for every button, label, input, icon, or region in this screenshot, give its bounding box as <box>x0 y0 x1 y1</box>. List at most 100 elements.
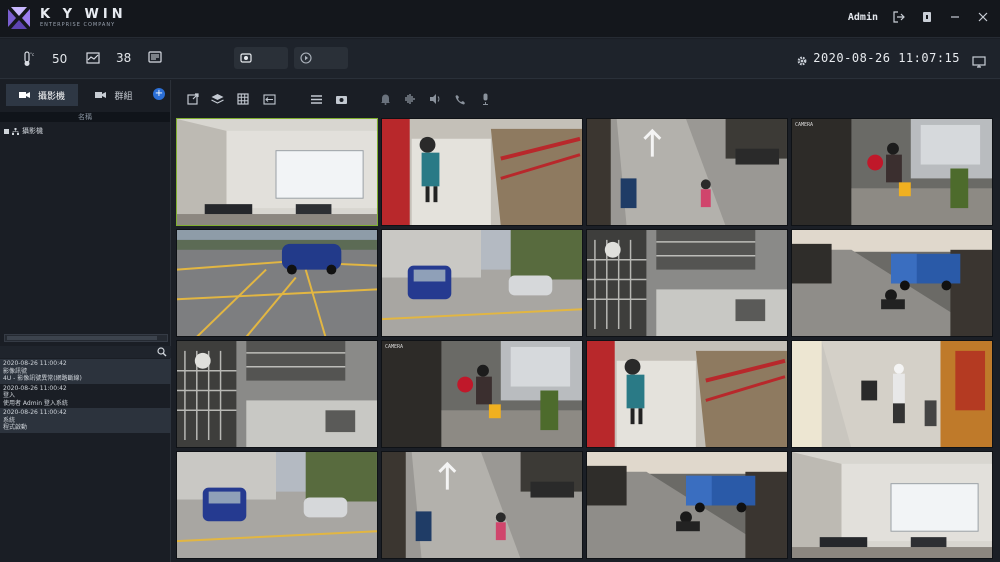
log-line: 系統 <box>3 416 16 424</box>
camera-overlay-label: CAMERA <box>795 122 814 128</box>
record-toggle[interactable] <box>234 47 288 69</box>
sequence-icon[interactable] <box>262 92 276 106</box>
log-line: 使用者 Admin 登入系統 <box>3 399 68 407</box>
playback-toggle[interactable] <box>294 47 348 69</box>
mic-icon[interactable] <box>478 92 492 106</box>
tab-groups[interactable]: 群組 <box>78 84 150 106</box>
camera-tile[interactable] <box>381 229 583 337</box>
main-toolbar: °c 50 38 2020-08-26 11:07:15 <box>0 39 1000 79</box>
camera-tile[interactable] <box>381 451 583 559</box>
add-group-button[interactable]: + <box>153 88 165 100</box>
camera-feed <box>382 341 582 447</box>
camera-tile[interactable]: CAMERA <box>381 340 583 448</box>
camera-feed <box>792 119 992 225</box>
camera-feed <box>382 119 582 225</box>
temperature-stat: °c 50 <box>20 51 67 67</box>
camera-tile[interactable] <box>176 118 378 226</box>
camera-feed <box>177 230 377 336</box>
speaker-icon[interactable] <box>428 92 442 106</box>
camera-tile[interactable] <box>586 451 788 559</box>
camera-feed <box>177 341 377 447</box>
title-bar: K Y WIN ENTERPRISE COMPANY Admin <box>0 0 1000 38</box>
monitor-icon[interactable] <box>972 53 986 68</box>
tree-expand-icon[interactable] <box>4 128 9 134</box>
camera-tile[interactable] <box>586 118 788 226</box>
camera-feed <box>792 341 992 447</box>
camera-feed <box>587 452 787 558</box>
popout-icon[interactable] <box>186 92 200 106</box>
log-line: 影像訊號 <box>3 367 28 375</box>
settings-gear-icon[interactable] <box>796 52 808 66</box>
camera-tile[interactable] <box>176 340 378 448</box>
tree-item-label: 攝影機 <box>22 127 43 135</box>
bandwidth-value: 38 <box>116 51 132 65</box>
logo-mark-icon <box>8 7 30 29</box>
tab-cameras[interactable]: 攝影機 <box>6 84 78 106</box>
log-time: 2020-08-26 11:00:42 <box>3 384 67 392</box>
tree-item-cameras[interactable]: 攝影機 <box>0 122 170 140</box>
camera-feed <box>177 119 377 225</box>
camera-feed <box>177 452 377 558</box>
log-line: 登入 <box>3 392 16 399</box>
grid-layout-icon[interactable] <box>236 92 250 106</box>
camera-group-icon <box>95 92 107 98</box>
video-toolbar <box>172 80 1000 118</box>
camera-tile[interactable] <box>586 340 788 448</box>
column-header-name: 名稱 <box>0 112 170 122</box>
log-search-bar <box>0 346 171 358</box>
camera-grid: CAMERA CAMERA <box>176 118 996 562</box>
camera-feed <box>587 341 787 447</box>
logo: K Y WIN ENTERPRISE COMPANY <box>6 5 127 31</box>
minimize-icon[interactable] <box>948 10 962 24</box>
alarm-icon[interactable] <box>378 92 392 106</box>
camera-tile[interactable] <box>381 118 583 226</box>
message-stat[interactable] <box>148 51 162 64</box>
current-user: Admin <box>847 11 878 23</box>
logout-icon[interactable] <box>892 10 906 24</box>
message-icon[interactable] <box>148 51 162 64</box>
camera-tile[interactable] <box>176 229 378 337</box>
svg-text:°c: °c <box>30 52 34 57</box>
camera-feed <box>587 230 787 336</box>
log-line: 程式啟動 <box>3 424 28 431</box>
list-icon[interactable] <box>309 92 323 106</box>
log-time: 2020-08-26 11:00:42 <box>3 409 67 416</box>
current-datetime: 2020-08-26 11:07:15 <box>813 51 960 65</box>
record-icon[interactable] <box>240 52 252 64</box>
camera-feed <box>792 452 992 558</box>
phone-icon[interactable] <box>453 92 467 106</box>
camera-feed <box>587 119 787 225</box>
camera-tile[interactable] <box>586 229 788 337</box>
camera-tile[interactable] <box>176 451 378 559</box>
logo-subtitle: ENTERPRISE COMPANY <box>40 22 116 28</box>
camera-tile[interactable] <box>791 340 993 448</box>
tab-groups-label: 群組 <box>114 91 133 102</box>
layers-icon[interactable] <box>210 92 224 106</box>
audio-wave-icon[interactable] <box>403 92 417 106</box>
close-icon[interactable] <box>976 10 990 24</box>
log-time: 2020-08-26 11:00:42 <box>3 360 67 367</box>
camera-tile[interactable] <box>791 229 993 337</box>
bandwidth-stat: 38 <box>86 51 131 65</box>
camera-overlay-label: CAMERA <box>385 344 404 350</box>
tab-cameras-label: 攝影機 <box>37 91 65 102</box>
snapshot-icon[interactable] <box>334 92 348 106</box>
search-icon[interactable] <box>157 347 167 357</box>
camera-feed <box>382 452 582 558</box>
bandwidth-chart-icon <box>86 52 100 64</box>
scrollbar-thumb[interactable] <box>7 336 157 340</box>
camera-tile[interactable]: CAMERA <box>791 118 993 226</box>
horizontal-scrollbar[interactable] <box>4 334 168 342</box>
log-line: 4U - 影像訊號異常(網路斷線) <box>3 375 82 382</box>
thermometer-icon: °c <box>24 51 34 66</box>
log-entry[interactable]: 2020-08-26 11:00:42 系統 程式啟動 <box>0 408 171 433</box>
log-entry[interactable]: 2020-08-26 11:00:42 登入 使用者 Admin 登入系統 <box>0 384 171 409</box>
log-entry[interactable]: 2020-08-26 11:00:42 影像訊號 4U - 影像訊號異常(網路斷… <box>0 359 171 384</box>
camera-tile[interactable] <box>791 451 993 559</box>
temperature-value: 50 <box>52 52 68 66</box>
event-log-list: 2020-08-26 11:00:42 影像訊號 4U - 影像訊號異常(網路斷… <box>0 359 171 433</box>
tree-network-icon <box>12 127 19 135</box>
lock-icon[interactable] <box>920 10 934 24</box>
play-circle-icon[interactable] <box>300 52 312 64</box>
camera-feed <box>382 230 582 336</box>
